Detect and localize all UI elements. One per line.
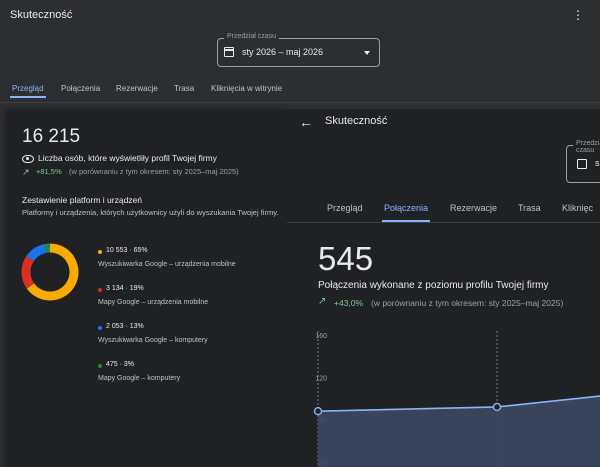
legend-label: Wyszukiwarka Google – komputery: [98, 337, 208, 344]
tab-calls[interactable]: Połączenia: [384, 203, 428, 213]
date-range-label: Przedział czasu: [573, 140, 600, 154]
legend-value: 10 553 · 65%: [106, 247, 148, 254]
y-tick-label: 160: [315, 333, 327, 340]
calls-window: ← Skuteczność Przedział czasu s Przegląd…: [287, 109, 600, 467]
tab-calls[interactable]: Połączenia: [61, 84, 100, 93]
platform-donut-chart: [21, 243, 79, 301]
calls-total: 545: [318, 240, 374, 277]
data-point: [313, 406, 323, 416]
y-tick-label: 120: [315, 375, 327, 382]
calls-description: Połączenia wykonane z poziomu profilu Tw…: [318, 280, 549, 291]
tab-overview[interactable]: Przegląd: [12, 84, 44, 93]
tab-bookings[interactable]: Rezerwacje: [450, 203, 497, 213]
legend-dot-blue: [98, 326, 102, 330]
date-range-label: Przedział czasu: [224, 33, 280, 40]
overview-card: 16 215 Liczba osób, które wyświetliły pr…: [6, 110, 287, 467]
eye-icon: [22, 155, 34, 163]
section-title: Zestawienie platform i urządzeń: [22, 195, 143, 205]
tab-website-clicks[interactable]: Kliknięcia w witrynie: [211, 84, 282, 93]
legend-value: 3 134 · 19%: [106, 285, 144, 292]
window-title: Skuteczność: [10, 9, 73, 21]
tab-bar: Przegląd Połączenia Rezerwacje Trasa Kli…: [0, 78, 600, 102]
date-range-picker[interactable]: Przedział czasu s: [566, 140, 600, 183]
window-title: Skuteczność: [325, 115, 388, 127]
legend-dot-green: [98, 364, 102, 368]
data-point: [492, 402, 502, 412]
calls-area-chart: 1601208040: [313, 331, 600, 467]
calendar-icon: [577, 159, 587, 169]
trending-up-icon: ↗: [318, 296, 327, 307]
tab-overview[interactable]: Przegląd: [327, 203, 363, 213]
comparison-period: (w porównaniu z tym okresem: sty 2025–ma…: [69, 167, 239, 176]
legend-value: 2 053 · 13%: [106, 323, 144, 330]
legend-label: Mapy Google – urządzenia mobilne: [98, 299, 209, 306]
legend-label: Mapy Google – komputery: [98, 375, 181, 382]
donut-slice: [26, 243, 47, 262]
profile-views-description: Liczba osób, które wyświetliły profil Tw…: [38, 153, 217, 163]
active-tab-indicator: [10, 96, 46, 98]
date-range-value: s: [595, 158, 600, 168]
tab-directions[interactable]: Trasa: [174, 84, 194, 93]
trending-up-icon: ↗: [22, 167, 30, 177]
more-vert-icon[interactable]: ⋮: [572, 9, 584, 21]
tab-bookings[interactable]: Rezerwacje: [116, 84, 158, 93]
legend-dot-red: [98, 288, 102, 292]
date-range-picker[interactable]: Przedział czasu sty 2026 – maj 2026: [217, 33, 380, 67]
donut-slice: [21, 256, 35, 289]
calendar-icon: [224, 47, 234, 57]
profile-views-total: 16 215: [22, 126, 81, 147]
legend-value: 475 · 3%: [106, 361, 135, 368]
tab-directions[interactable]: Trasa: [518, 203, 541, 213]
tab-divider: [0, 102, 600, 103]
arrow-back-icon[interactable]: ←: [299, 114, 313, 130]
legend-label: Wyszukiwarka Google – urządzenia mobilne: [98, 261, 236, 268]
tab-website-clicks[interactable]: Kliknięc: [562, 203, 593, 213]
legend-dot-orange: [98, 250, 102, 254]
comparison-period: (w porównaniu z tym okresem: sty 2025–ma…: [371, 298, 564, 308]
section-subtitle: Platformy i urządzenia, których użytkown…: [22, 208, 279, 217]
area-fill: [318, 396, 600, 467]
tab-divider: [287, 222, 600, 223]
change-percentage: +81,5%: [36, 167, 62, 176]
change-percentage: +43,0%: [334, 298, 364, 308]
date-range-value: sty 2026 – maj 2026: [242, 47, 324, 57]
dropdown-arrow-icon: [364, 51, 370, 55]
